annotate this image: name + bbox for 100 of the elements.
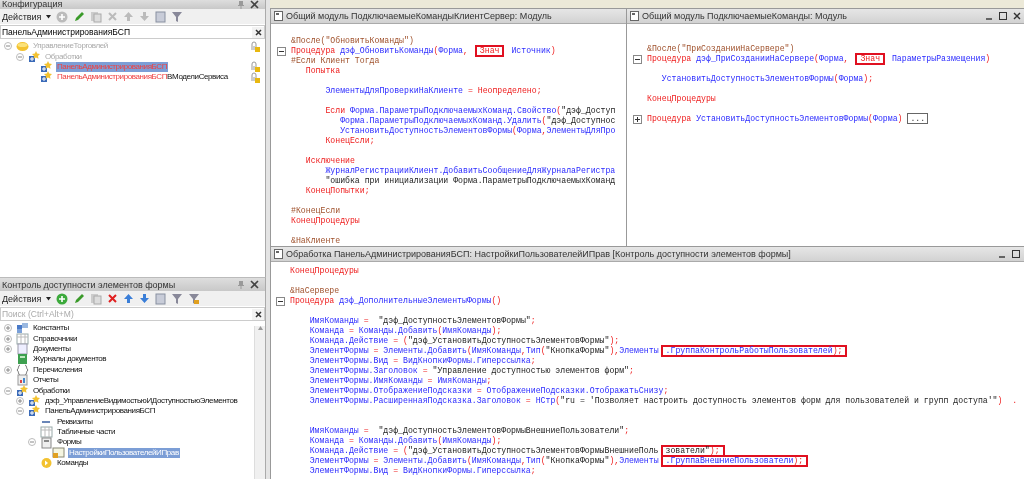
tree-item[interactable]: Журналы документов [32, 354, 108, 365]
code-line: УстановитьДоступностьЭлементовФормы(Форма,ЭлементыДляПро [339, 126, 616, 136]
actions-menu-button[interactable]: Действия [2, 11, 42, 22]
tree-item[interactable]: Константы [32, 323, 70, 334]
tree-item[interactable]: дэф_УправлениеВидимостьюИДоступностьюЭлементов [44, 395, 239, 406]
code-line: ЭлементФормы.Заголовок = "Управление доступностью элементов форм"; [308, 366, 634, 376]
tree-item[interactable]: Отчеты [32, 375, 60, 386]
close-icon[interactable] [1012, 11, 1022, 21]
add-icon[interactable] [56, 292, 69, 305]
filter-clear-icon[interactable] [188, 292, 201, 305]
clear-search-button[interactable] [252, 26, 264, 38]
expander-icon[interactable] [16, 407, 24, 416]
code-line: #КонецЕсли [291, 206, 341, 216]
journal-icon [16, 353, 29, 366]
tree-item[interactable]: Документы [32, 343, 72, 354]
code-line: Процедура дэф_ОбновитьКоманды(Форма, Знач Источник) [291, 45, 556, 57]
code-line: ЭлементФормы.Вид = ВидКнопкиФормы.Гиперссылка; [308, 356, 536, 366]
expander-icon[interactable] [4, 324, 12, 333]
expander-icon[interactable] [4, 365, 12, 374]
document-icon [16, 343, 29, 355]
search-box[interactable]: Поиск (Ctrl+Alt+M) [0, 307, 265, 321]
code-line: КонецПроцедуры [291, 216, 360, 226]
code-line: Процедура УстановитьДоступностьЭлементовФормы(Форма) ... [647, 114, 929, 124]
code-line: Команда.Действие = ("дэф_УстановитьДоступностьЭлементовФормы"); [308, 336, 620, 346]
code-line: УстановитьДоступностьЭлементовФормы(Форма); [660, 74, 874, 84]
document-icon[interactable] [155, 292, 167, 305]
code-line: &НаКлиенте [291, 236, 341, 246]
code-line: КонецПроцедуры [290, 266, 359, 276]
form-icon [40, 436, 53, 449]
code-line: Форма.ПараметрыПодключаемыхКоманд.Удалить("дэф_Доступнос [339, 116, 616, 126]
module-icon [274, 11, 283, 21]
code-line: КонецЕсли; [324, 136, 375, 146]
code-line: #Если Клиент Тогда [291, 56, 380, 66]
form-icon [52, 446, 65, 459]
caret-icon[interactable] [46, 296, 52, 301]
close-icon[interactable] [250, 0, 259, 9]
expander-icon[interactable] [4, 334, 12, 343]
tree-item[interactable]: Справочники [32, 333, 79, 344]
expander-icon[interactable] [4, 386, 12, 395]
expander-icon[interactable] [4, 344, 12, 353]
maximize-icon[interactable] [998, 11, 1008, 21]
code-line: ЭлементФормы.Вид = ВидКнопкиФормы.Гиперссылка; [308, 466, 536, 476]
scrollbar[interactable] [254, 326, 265, 479]
search-box[interactable]: ПанельАдминистрированияБСП [0, 25, 265, 39]
code-line: ЭлементФормы = Элементы.Добавить(ИмяКоманды,Тип("КнопкаФормы"),Элементы .ГруппаВнешниеПользователи); [290, 455, 811, 467]
tree-item[interactable]: Реквизиты [56, 416, 94, 427]
module-icon [274, 249, 283, 259]
fold-toggle-icon[interactable] [632, 114, 642, 124]
arrow-down-icon[interactable] [139, 11, 151, 22]
scroll-up-icon[interactable] [257, 326, 263, 330]
arrow-up-icon[interactable] [123, 11, 135, 22]
arrow-up-icon[interactable] [123, 293, 135, 304]
code-line: Процедура дэф_ПриСозданииНаСервере(Форма, Знач ПараметрыРазмещения) [647, 53, 991, 65]
code-line: ЭлементФормы.РасширеннаяПодсказка.Заголовок = НСтр("ru = 'Позволяет настроить доступность элементов форм для пользователей и групп доступа'") . [308, 396, 1018, 406]
code-line: Исключение [304, 156, 355, 166]
expander-icon[interactable] [16, 396, 24, 405]
code-line: Попытка [304, 66, 341, 76]
tree-item[interactable]: Формы [56, 437, 83, 448]
code-line: КонецПроцедуры [647, 94, 716, 104]
document-icon[interactable] [155, 10, 167, 23]
close-icon[interactable] [250, 280, 259, 289]
window-title: Обработка ПанельАдминистрированияБСП: НастройкиПользователейИПрав [Контроль доступности элементов формы] [286, 249, 791, 259]
code-line: ИмяКоманды = "дэф_ДоступностьЭлементовФормы"; [308, 316, 536, 326]
table-icon [40, 426, 53, 439]
expander-icon[interactable] [4, 42, 12, 51]
delete-icon[interactable] [107, 293, 119, 304]
tree-item[interactable]: ПанельАдминистрированияБСП [44, 406, 157, 417]
pin-icon[interactable] [238, 280, 244, 289]
clear-search-button[interactable] [252, 308, 264, 320]
code-line: Команда = Команды.Добавить(ИмяКоманды); [308, 436, 502, 446]
arrow-down-icon[interactable] [139, 293, 151, 304]
report-icon [16, 374, 29, 387]
code-line: &После("ОбновитьКоманды") [291, 36, 414, 46]
add-icon[interactable] [56, 10, 69, 23]
copy-icon[interactable] [90, 292, 103, 305]
tree-item[interactable]: Табличные части [56, 427, 117, 438]
code-line: Команда = Команды.Добавить(ИмяКоманды); [308, 326, 502, 336]
expander-icon[interactable] [28, 438, 36, 447]
tree-item[interactable]: ПанельАдминистрированияБСПВМоделиСервиса [56, 72, 229, 83]
code-line: &После("ПриСозданииНаСервере") [647, 44, 795, 54]
code-line: ЭлементыДляПроверкиНаКлиенте = Неопределено; [324, 86, 542, 96]
expander-icon[interactable] [16, 52, 24, 61]
tree-item[interactable]: Перечисления [32, 364, 83, 375]
code-line: ЭлементФормы.ОтображениеПодсказки = ОтображениеПодсказки.ОтображатьСнизу; [308, 386, 669, 396]
tree-item[interactable]: Обработки [32, 385, 71, 396]
tree-item[interactable]: Команды [56, 458, 90, 469]
actions-menu-button[interactable]: Действия [2, 293, 42, 304]
maximize-icon[interactable] [1011, 249, 1021, 259]
code-line: "ошибка при инициализации Форма.ПараметрыПодключаемыхКоманд [324, 176, 616, 186]
fold-toggle-icon[interactable] [276, 46, 286, 56]
copy-icon[interactable] [90, 10, 103, 23]
pin-icon[interactable] [238, 1, 244, 9]
code-line: ЭлементФормы = Элементы.Добавить(ИмяКоманды,Тип("КнопкаФормы"),Элементы .ГруппаКонтрольРаботыПользователей); [290, 345, 850, 357]
panel-title: Контроль доступности элементов формы [2, 279, 177, 290]
fold-toggle-icon[interactable] [276, 296, 285, 306]
fold-toggle-icon[interactable] [632, 54, 642, 64]
caret-icon[interactable] [46, 14, 52, 19]
code-line: КонецПопытки; [304, 186, 370, 196]
code-line: Процедура дэф_ДополнительныеЭлементыФормы() [290, 296, 502, 306]
window-title: Общий модуль ПодключаемыеКомандыКлиентСервер: Модуль [286, 11, 552, 21]
